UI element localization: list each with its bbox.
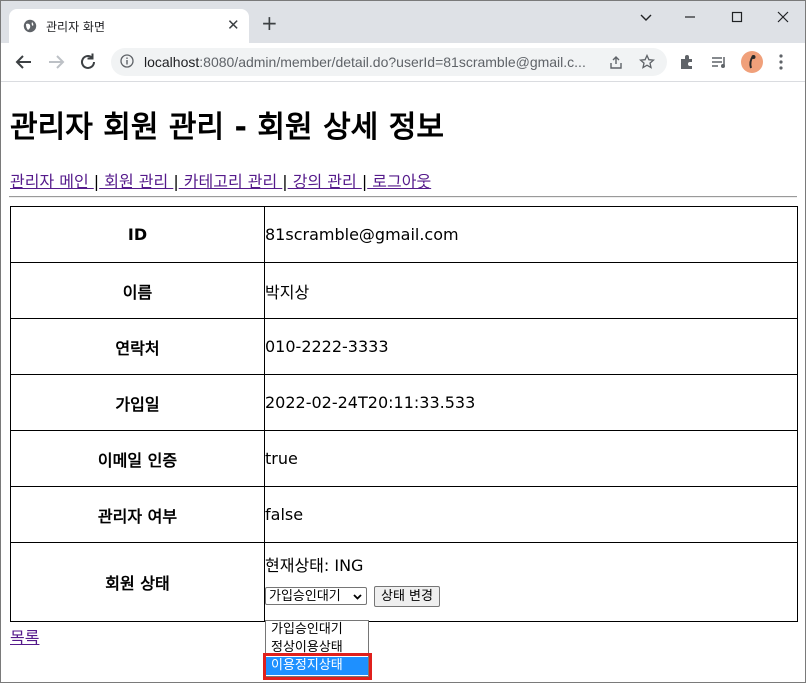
status-cell: 현재상태: ING 가입승인대기 상태 변경 bbox=[264, 542, 798, 622]
dropdown-option[interactable]: 가입승인대기 bbox=[266, 621, 368, 639]
tab-close-icon[interactable]: ✕ bbox=[227, 16, 240, 34]
address-bar[interactable]: localhost:8080/admin/member/detail.do?us… bbox=[111, 48, 667, 76]
dropdown-option[interactable]: 정상이용상태 bbox=[266, 639, 368, 657]
new-tab-button[interactable]: + bbox=[261, 13, 278, 33]
page-title: 관리자 회원 관리 - 회원 상세 정보 bbox=[10, 110, 444, 145]
row-value: 010-2222-3333 bbox=[264, 318, 798, 375]
reload-icon[interactable] bbox=[77, 51, 99, 73]
minimize-icon[interactable] bbox=[681, 8, 699, 26]
dropdown-option-highlighted[interactable]: 이용정지상태 bbox=[266, 657, 368, 675]
row-value: true bbox=[264, 430, 798, 487]
row-label: 가입일 bbox=[10, 374, 265, 431]
nav-link-member-management[interactable]: 회원 관리 bbox=[99, 172, 173, 191]
status-select-value: 가입승인대기 bbox=[269, 589, 341, 604]
bookmark-star-icon[interactable] bbox=[639, 54, 655, 70]
nav-link-course-management[interactable]: 강의 관리 bbox=[288, 172, 362, 191]
table-row: 이메일 인증 true bbox=[10, 430, 798, 487]
forward-arrow-icon[interactable] bbox=[45, 51, 67, 73]
list-link[interactable]: 목록 bbox=[10, 624, 39, 648]
more-options-icon[interactable] bbox=[779, 53, 783, 71]
globe-icon bbox=[23, 19, 37, 33]
page-content: 관리자 회원 관리 - 회원 상세 정보 관리자 메인 | 회원 관리 | 카테… bbox=[1, 82, 805, 682]
change-status-button[interactable]: 상태 변경 bbox=[374, 585, 440, 607]
status-dropdown-list: 가입승인대기 정상이용상태 이용정지상태 bbox=[265, 620, 369, 677]
profile-avatar-icon bbox=[749, 55, 756, 69]
row-label: 회원 상태 bbox=[10, 542, 265, 622]
tab-strip: 관리자 화면 ✕ + bbox=[1, 1, 805, 43]
table-row: 이름 박지상 bbox=[10, 262, 798, 319]
table-row: ID 81scramble@gmail.com bbox=[10, 206, 798, 263]
nav-link-category-management[interactable]: 카테고리 관리 bbox=[179, 172, 283, 191]
current-status-text: 현재상태: ING bbox=[265, 555, 364, 575]
row-value: false bbox=[264, 486, 798, 543]
row-label: 이메일 인증 bbox=[10, 430, 265, 487]
extensions-puzzle-icon[interactable] bbox=[678, 53, 696, 71]
browser-toolbar: localhost:8080/admin/member/detail.do?us… bbox=[1, 43, 805, 82]
row-value: 81scramble@gmail.com bbox=[264, 206, 798, 263]
media-playlist-icon[interactable] bbox=[710, 53, 728, 71]
tab-title: 관리자 화면 bbox=[46, 20, 106, 34]
chevron-down-icon bbox=[353, 594, 362, 600]
table-row-status: 회원 상태 현재상태: ING 가입승인대기 상태 변경 bbox=[10, 542, 798, 622]
maximize-icon[interactable] bbox=[728, 8, 746, 26]
browser-tab[interactable]: 관리자 화면 ✕ bbox=[9, 9, 249, 43]
row-value: 박지상 bbox=[264, 262, 798, 319]
site-info-icon[interactable] bbox=[120, 54, 134, 68]
back-arrow-icon[interactable] bbox=[13, 51, 35, 73]
url-host: localhost bbox=[144, 54, 200, 70]
row-label: ID bbox=[10, 206, 265, 263]
share-icon[interactable] bbox=[608, 54, 624, 70]
row-label: 연락처 bbox=[10, 318, 265, 375]
url-text[interactable]: localhost:8080/admin/member/detail.do?us… bbox=[144, 54, 586, 70]
close-window-icon[interactable] bbox=[774, 8, 792, 26]
member-detail-table: ID 81scramble@gmail.com 이름 박지상 연락처 010-2… bbox=[10, 206, 798, 622]
row-value: 2022-02-24T20:11:33.533 bbox=[264, 374, 798, 431]
nav-link-logout[interactable]: 로그아웃 bbox=[367, 172, 431, 191]
status-controls: 가입승인대기 상태 변경 bbox=[265, 585, 797, 607]
profile-avatar[interactable] bbox=[741, 51, 763, 73]
row-label: 이름 bbox=[10, 262, 265, 319]
divider bbox=[9, 196, 797, 198]
tab-search-chevron-icon[interactable] bbox=[637, 8, 655, 26]
browser-window: 관리자 화면 ✕ + localhost:8080/admin/member/d… bbox=[0, 0, 806, 683]
row-label: 관리자 여부 bbox=[10, 486, 265, 543]
status-select[interactable]: 가입승인대기 bbox=[265, 587, 367, 605]
table-row: 가입일 2022-02-24T20:11:33.533 bbox=[10, 374, 798, 431]
table-row: 연락처 010-2222-3333 bbox=[10, 318, 798, 375]
admin-nav: 관리자 메인 | 회원 관리 | 카테고리 관리 | 강의 관리 | 로그아웃 bbox=[10, 168, 431, 192]
table-row: 관리자 여부 false bbox=[10, 486, 798, 543]
url-path: :8080/admin/member/detail.do?userId=81sc… bbox=[199, 54, 586, 70]
nav-link-admin-main[interactable]: 관리자 메인 bbox=[10, 172, 94, 191]
